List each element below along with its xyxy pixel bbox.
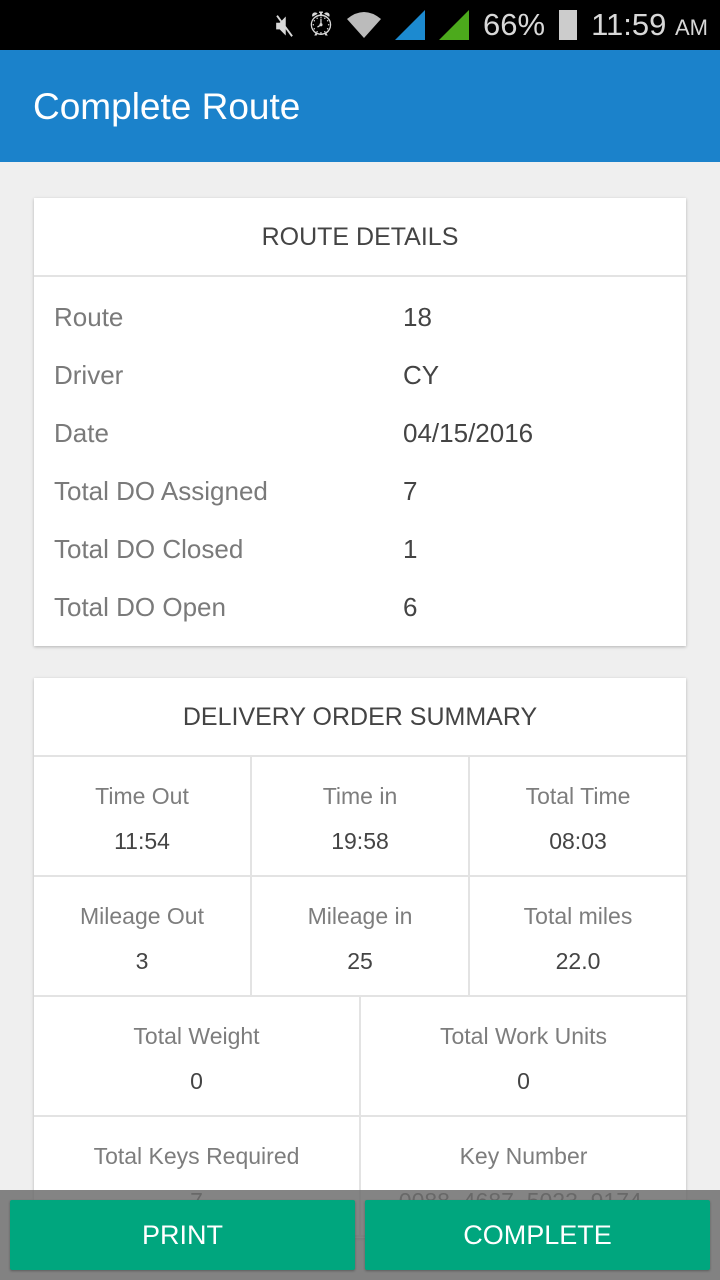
route-details-title: ROUTE DETAILS bbox=[34, 198, 686, 277]
page-title: Complete Route bbox=[33, 86, 301, 127]
summary-label: Total Weight bbox=[133, 1023, 260, 1049]
mute-icon: 🔇︎ bbox=[275, 6, 295, 42]
detail-row: Total DO Assigned 7 bbox=[34, 462, 686, 520]
summary-label: Total Time bbox=[525, 783, 631, 809]
alarm-icon: ⏰︎ bbox=[308, 6, 334, 42]
summary-label: Key Number bbox=[459, 1143, 588, 1169]
summary-value: 11:54 bbox=[114, 828, 170, 854]
summary-value: 0 bbox=[517, 1068, 530, 1094]
summary-value: 08:03 bbox=[549, 828, 607, 854]
summary-cell: Total Weight 0 bbox=[34, 997, 361, 1115]
detail-row: Driver CY bbox=[34, 346, 686, 404]
delivery-order-summary-card: DELIVERY ORDER SUMMARY Time Out 11:54 Time… bbox=[34, 678, 686, 1238]
detail-value: 18 bbox=[403, 301, 432, 332]
summary-cell: Time in 19:58 bbox=[252, 757, 470, 875]
summary-label: Total miles bbox=[523, 903, 633, 929]
summary-cell: Total Work Units 0 bbox=[361, 997, 686, 1115]
summary-value: 0 bbox=[190, 1068, 203, 1094]
detail-label: Driver bbox=[54, 359, 124, 390]
wifi-icon bbox=[347, 12, 382, 38]
summary-value: 22.0 bbox=[555, 948, 601, 974]
summary-row: Total Weight 0 Total Work Units 0 bbox=[34, 997, 686, 1117]
status-bar: 🔇︎ ⏰︎ 66% 11:59 AM bbox=[0, 0, 720, 50]
summary-label: Mileage in bbox=[307, 903, 413, 929]
detail-value: 1 bbox=[403, 533, 418, 564]
summary-cell: Total miles 22.0 bbox=[470, 877, 686, 995]
app-bar: Complete Route bbox=[0, 50, 720, 162]
summary-cell: Time Out 11:54 bbox=[34, 757, 252, 875]
summary-label: Time Out bbox=[95, 783, 189, 809]
detail-label: Route bbox=[54, 301, 124, 332]
detail-value: 6 bbox=[403, 591, 418, 622]
summary-value: 25 bbox=[347, 948, 373, 974]
detail-label: Date bbox=[54, 417, 109, 448]
clock-ampm: AM bbox=[675, 15, 708, 40]
route-details-card: ROUTE DETAILS Route 18 Driver CY Date 04/15/2… bbox=[34, 198, 686, 646]
detail-value: 7 bbox=[403, 475, 418, 506]
detail-value: 04/15/2016 bbox=[403, 417, 534, 448]
summary-value: 19:58 bbox=[331, 828, 389, 854]
summary-row: Time Out 11:54 Time in 19:58 Total Time 08:03 bbox=[34, 757, 686, 877]
detail-value: CY bbox=[403, 359, 440, 390]
summary-label: Time in bbox=[322, 783, 398, 809]
summary-title: DELIVERY ORDER SUMMARY bbox=[34, 678, 686, 757]
footer-bar: PRINT COMPLETE bbox=[0, 1190, 720, 1280]
battery-percent: 66% bbox=[483, 7, 546, 42]
summary-row: Mileage Out 3 Mileage in 25 Total miles 22.0 bbox=[34, 877, 686, 997]
print-button[interactable]: PRINT bbox=[10, 1200, 355, 1270]
summary-label: Mileage Out bbox=[79, 903, 204, 929]
detail-row: Total DO Open 6 bbox=[34, 578, 686, 636]
summary-cell: Mileage in 25 bbox=[252, 877, 470, 995]
detail-row: Total DO Closed 1 bbox=[34, 520, 686, 578]
detail-row: Date 04/15/2016 bbox=[34, 404, 686, 462]
summary-label: Total Keys Required bbox=[93, 1143, 300, 1169]
signal-blue-icon bbox=[395, 10, 426, 40]
summary-label: Total Work Units bbox=[439, 1023, 607, 1049]
detail-label: Total DO Open bbox=[54, 591, 226, 622]
summary-cell: Mileage Out 3 bbox=[34, 877, 252, 995]
detail-label: Total DO Assigned bbox=[54, 475, 268, 506]
signal-green-icon bbox=[439, 10, 470, 40]
clock: 11:59 bbox=[591, 7, 667, 42]
battery-icon bbox=[559, 10, 578, 40]
summary-value: 3 bbox=[135, 948, 149, 974]
detail-row: Route 18 bbox=[34, 288, 686, 346]
complete-button[interactable]: COMPLETE bbox=[365, 1200, 710, 1270]
summary-cell: Total Time 08:03 bbox=[470, 757, 686, 875]
detail-label: Total DO Closed bbox=[54, 533, 244, 564]
